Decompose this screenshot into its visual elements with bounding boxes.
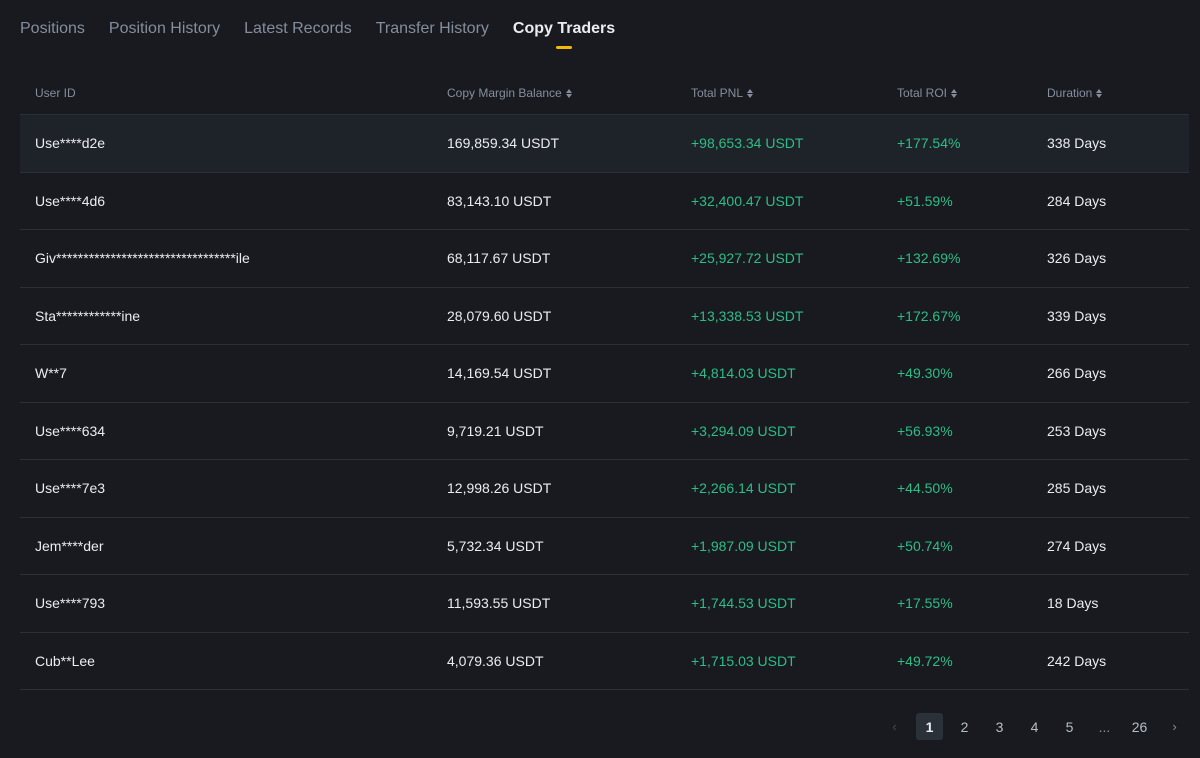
tab-latest-records[interactable]: Latest Records (244, 20, 352, 38)
cell-pnl: +1,715.03 USDT (691, 652, 796, 669)
cell-user-id: Use****634 (35, 422, 106, 439)
cell-balance: 68,117.67 USDT (447, 250, 551, 267)
cell-user-id: Use****7e3 (35, 480, 106, 497)
cell-duration: 285 Days (1047, 480, 1107, 497)
cell-roi: +44.50% (897, 480, 953, 497)
tab-transfer-history[interactable]: Transfer History (376, 20, 489, 38)
tab-positions[interactable]: Positions (20, 20, 85, 38)
header-label: User ID (35, 86, 76, 100)
cell-user-id: W**7 (35, 365, 67, 382)
chevron-right-icon[interactable]: › (1161, 713, 1188, 740)
cell-balance: 169,859.34 USDT (447, 135, 560, 152)
header-user-id: User ID (20, 86, 447, 100)
sort-icon[interactable] (1096, 88, 1103, 98)
page-button-4[interactable]: 4 (1021, 713, 1048, 740)
table-row[interactable]: Use****d2e 169,859.34 USDT +98,653.34 US… (20, 115, 1189, 173)
cell-user-id: Use****4d6 (35, 192, 106, 209)
cell-balance: 12,998.26 USDT (447, 480, 552, 497)
cell-duration: 242 Days (1047, 652, 1107, 669)
cell-pnl: +13,338.53 USDT (691, 307, 804, 324)
copy-traders-page: Positions Position History Latest Record… (0, 0, 1200, 758)
cell-pnl: +1,744.53 USDT (691, 595, 796, 612)
tabs-bar: Positions Position History Latest Record… (20, 0, 639, 60)
cell-user-id: Use****793 (35, 595, 106, 612)
header-duration[interactable]: Duration (1047, 86, 1189, 100)
cell-duration: 18 Days (1047, 595, 1099, 612)
sort-icon[interactable] (565, 88, 572, 98)
table-row[interactable]: Use****793 11,593.55 USDT +1,744.53 USDT… (20, 575, 1189, 633)
header-total-roi[interactable]: Total ROI (897, 86, 1047, 100)
cell-user-id: Cub**Lee (35, 652, 95, 669)
cell-roi: +132.69% (897, 250, 961, 267)
cell-roi: +172.67% (897, 307, 961, 324)
cell-pnl: +4,814.03 USDT (691, 365, 796, 382)
table-row[interactable]: Use****634 9,719.21 USDT +3,294.09 USDT … (20, 403, 1189, 460)
tab-label: Latest Records (244, 20, 352, 37)
cell-balance: 11,593.55 USDT (447, 595, 551, 612)
sort-icon[interactable] (747, 88, 754, 98)
cell-duration: 284 Days (1047, 192, 1107, 209)
cell-balance: 4,079.36 USDT (447, 652, 544, 669)
table-row[interactable]: Cub**Lee 4,079.36 USDT +1,715.03 USDT +4… (20, 633, 1189, 690)
cell-pnl: +1,987.09 USDT (691, 537, 796, 554)
cell-pnl: +25,927.72 USDT (691, 250, 804, 267)
table-header: User ID Copy Margin Balance Total PNL To… (20, 72, 1189, 115)
page-button-1[interactable]: 1 (916, 713, 943, 740)
cell-roi: +49.72% (897, 652, 953, 669)
page-button-5[interactable]: 5 (1056, 713, 1083, 740)
cell-user-id: Jem****der (35, 537, 104, 554)
cell-roi: +56.93% (897, 422, 953, 439)
cell-user-id: Use****d2e (35, 135, 106, 152)
header-copy-margin-balance[interactable]: Copy Margin Balance (447, 86, 691, 100)
cell-balance: 83,143.10 USDT (447, 192, 552, 209)
tab-label: Positions (20, 20, 85, 37)
cell-pnl: +98,653.34 USDT (691, 135, 804, 152)
cell-duration: 326 Days (1047, 250, 1107, 267)
cell-user-id: Sta************ine (35, 307, 141, 324)
cell-balance: 28,079.60 USDT (447, 307, 552, 324)
tab-position-history[interactable]: Position History (109, 20, 220, 38)
cell-balance: 9,719.21 USDT (447, 422, 544, 439)
chevron-left-icon[interactable]: ‹ (881, 713, 908, 740)
cell-duration: 339 Days (1047, 307, 1107, 324)
cell-duration: 338 Days (1047, 135, 1107, 152)
page-ellipsis: ... (1098, 718, 1111, 735)
cell-roi: +51.59% (897, 192, 953, 209)
page-button-26[interactable]: 26 (1126, 713, 1153, 740)
cell-roi: +17.55% (897, 595, 953, 612)
cell-pnl: +2,266.14 USDT (691, 480, 796, 497)
page-button-2[interactable]: 2 (951, 713, 978, 740)
cell-balance: 14,169.54 USDT (447, 365, 552, 382)
cell-duration: 253 Days (1047, 422, 1107, 439)
table-row[interactable]: Use****4d6 83,143.10 USDT +32,400.47 USD… (20, 173, 1189, 230)
header-label: Copy Margin Balance (447, 86, 562, 100)
header-label: Total ROI (897, 86, 948, 100)
cell-roi: +50.74% (897, 537, 953, 554)
cell-pnl: +3,294.09 USDT (691, 422, 796, 439)
table-row[interactable]: Sta************ine 28,079.60 USDT +13,33… (20, 288, 1189, 345)
cell-user-id: Giv*********************************ile (35, 250, 250, 267)
copy-traders-table: User ID Copy Margin Balance Total PNL To… (20, 72, 1189, 690)
active-tab-indicator (556, 46, 573, 49)
table-row[interactable]: Giv*********************************ile … (20, 230, 1189, 288)
cell-duration: 266 Days (1047, 365, 1107, 382)
header-total-pnl[interactable]: Total PNL (691, 86, 897, 100)
table-row[interactable]: Use****7e3 12,998.26 USDT +2,266.14 USDT… (20, 460, 1189, 518)
cell-duration: 274 Days (1047, 537, 1107, 554)
header-label: Total PNL (691, 86, 744, 100)
table-row[interactable]: W**7 14,169.54 USDT +4,814.03 USDT +49.3… (20, 345, 1189, 403)
tab-label: Transfer History (375, 20, 489, 37)
tab-label: Position History (108, 20, 221, 37)
cell-pnl: +32,400.47 USDT (691, 192, 804, 209)
sort-icon[interactable] (951, 88, 958, 98)
header-label: Duration (1047, 86, 1093, 100)
cell-roi: +49.30% (897, 365, 953, 382)
tab-copy-traders[interactable]: Copy Traders (512, 20, 616, 49)
cell-roi: +177.54% (897, 135, 961, 152)
table-row[interactable]: Jem****der 5,732.34 USDT +1,987.09 USDT … (20, 518, 1189, 575)
pagination: ‹ 1 2 3 4 5 ... 26 › (873, 713, 1188, 740)
cell-balance: 5,732.34 USDT (447, 537, 544, 554)
tab-label: Copy Traders (512, 20, 616, 37)
page-button-3[interactable]: 3 (986, 713, 1013, 740)
